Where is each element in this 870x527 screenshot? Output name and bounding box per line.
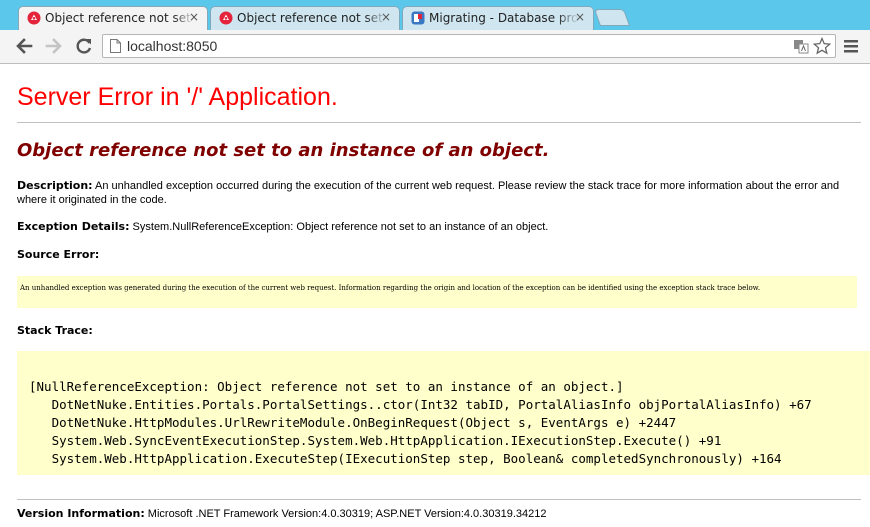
description-section: Description: An unhandled exception occu… (17, 179, 857, 207)
tab-title: Migrating - Database problem (429, 11, 579, 25)
new-tab-button[interactable] (593, 9, 631, 26)
tab-strip: Object reference not set to an instance … (0, 0, 870, 30)
address-bar[interactable] (102, 34, 836, 58)
version-section: Version Information: Microsoft .NET Fram… (17, 507, 546, 520)
page-icon (110, 39, 121, 53)
version-text: Microsoft .NET Framework Version:4.0.303… (147, 508, 547, 520)
stack-trace-label: Stack Trace: (17, 324, 93, 337)
divider (17, 122, 861, 123)
address-input[interactable] (127, 36, 777, 56)
stack-trace-text: [NullReferenceException: Object referenc… (29, 379, 812, 466)
tab-migrating[interactable]: Migrating - Database problem × (402, 6, 594, 30)
tab-close-icon[interactable]: × (575, 10, 585, 24)
version-label: Version Information: (17, 507, 145, 520)
browser-toolbar (0, 30, 870, 64)
dnn-community-favicon-icon (411, 11, 425, 25)
translate-icon[interactable] (793, 37, 809, 55)
bookmark-star-icon[interactable] (813, 37, 831, 55)
tab-close-icon[interactable]: × (189, 10, 199, 24)
forward-arrow-icon[interactable] (43, 35, 65, 57)
browser-menu-icon[interactable] (842, 37, 860, 55)
tab-close-icon[interactable]: × (381, 10, 391, 24)
reload-icon[interactable] (73, 35, 95, 57)
tab-error-1[interactable]: Object reference not set to an instance … (18, 6, 208, 30)
dnn-favicon-icon (219, 11, 233, 25)
source-error-text: An unhandled exception was generated dur… (20, 284, 761, 292)
tab-error-2[interactable]: Object reference not set to an instance … (210, 6, 400, 30)
page-content: Server Error in '/' Application. Object … (0, 64, 870, 527)
exception-label: Exception Details: (17, 220, 130, 233)
tab-title: Object reference not set to an instance … (45, 11, 195, 25)
description-text: An unhandled exception occurred during t… (17, 180, 840, 206)
divider (17, 499, 861, 500)
back-arrow-icon[interactable] (13, 35, 35, 57)
description-label: Description: (17, 179, 93, 192)
dnn-favicon-icon (27, 11, 41, 25)
source-error-label: Source Error: (17, 248, 100, 261)
stack-trace-box: [NullReferenceException: Object referenc… (17, 351, 870, 475)
tab-title: Object reference not set to an instance … (237, 11, 387, 25)
page-title: Server Error in '/' Application. (17, 83, 338, 111)
exception-section: Exception Details: System.NullReferenceE… (17, 220, 548, 234)
exception-text: System.NullReferenceException: Object re… (132, 221, 549, 233)
error-title: Object reference not set to an instance … (17, 140, 550, 161)
source-error-box: An unhandled exception was generated dur… (17, 276, 857, 308)
